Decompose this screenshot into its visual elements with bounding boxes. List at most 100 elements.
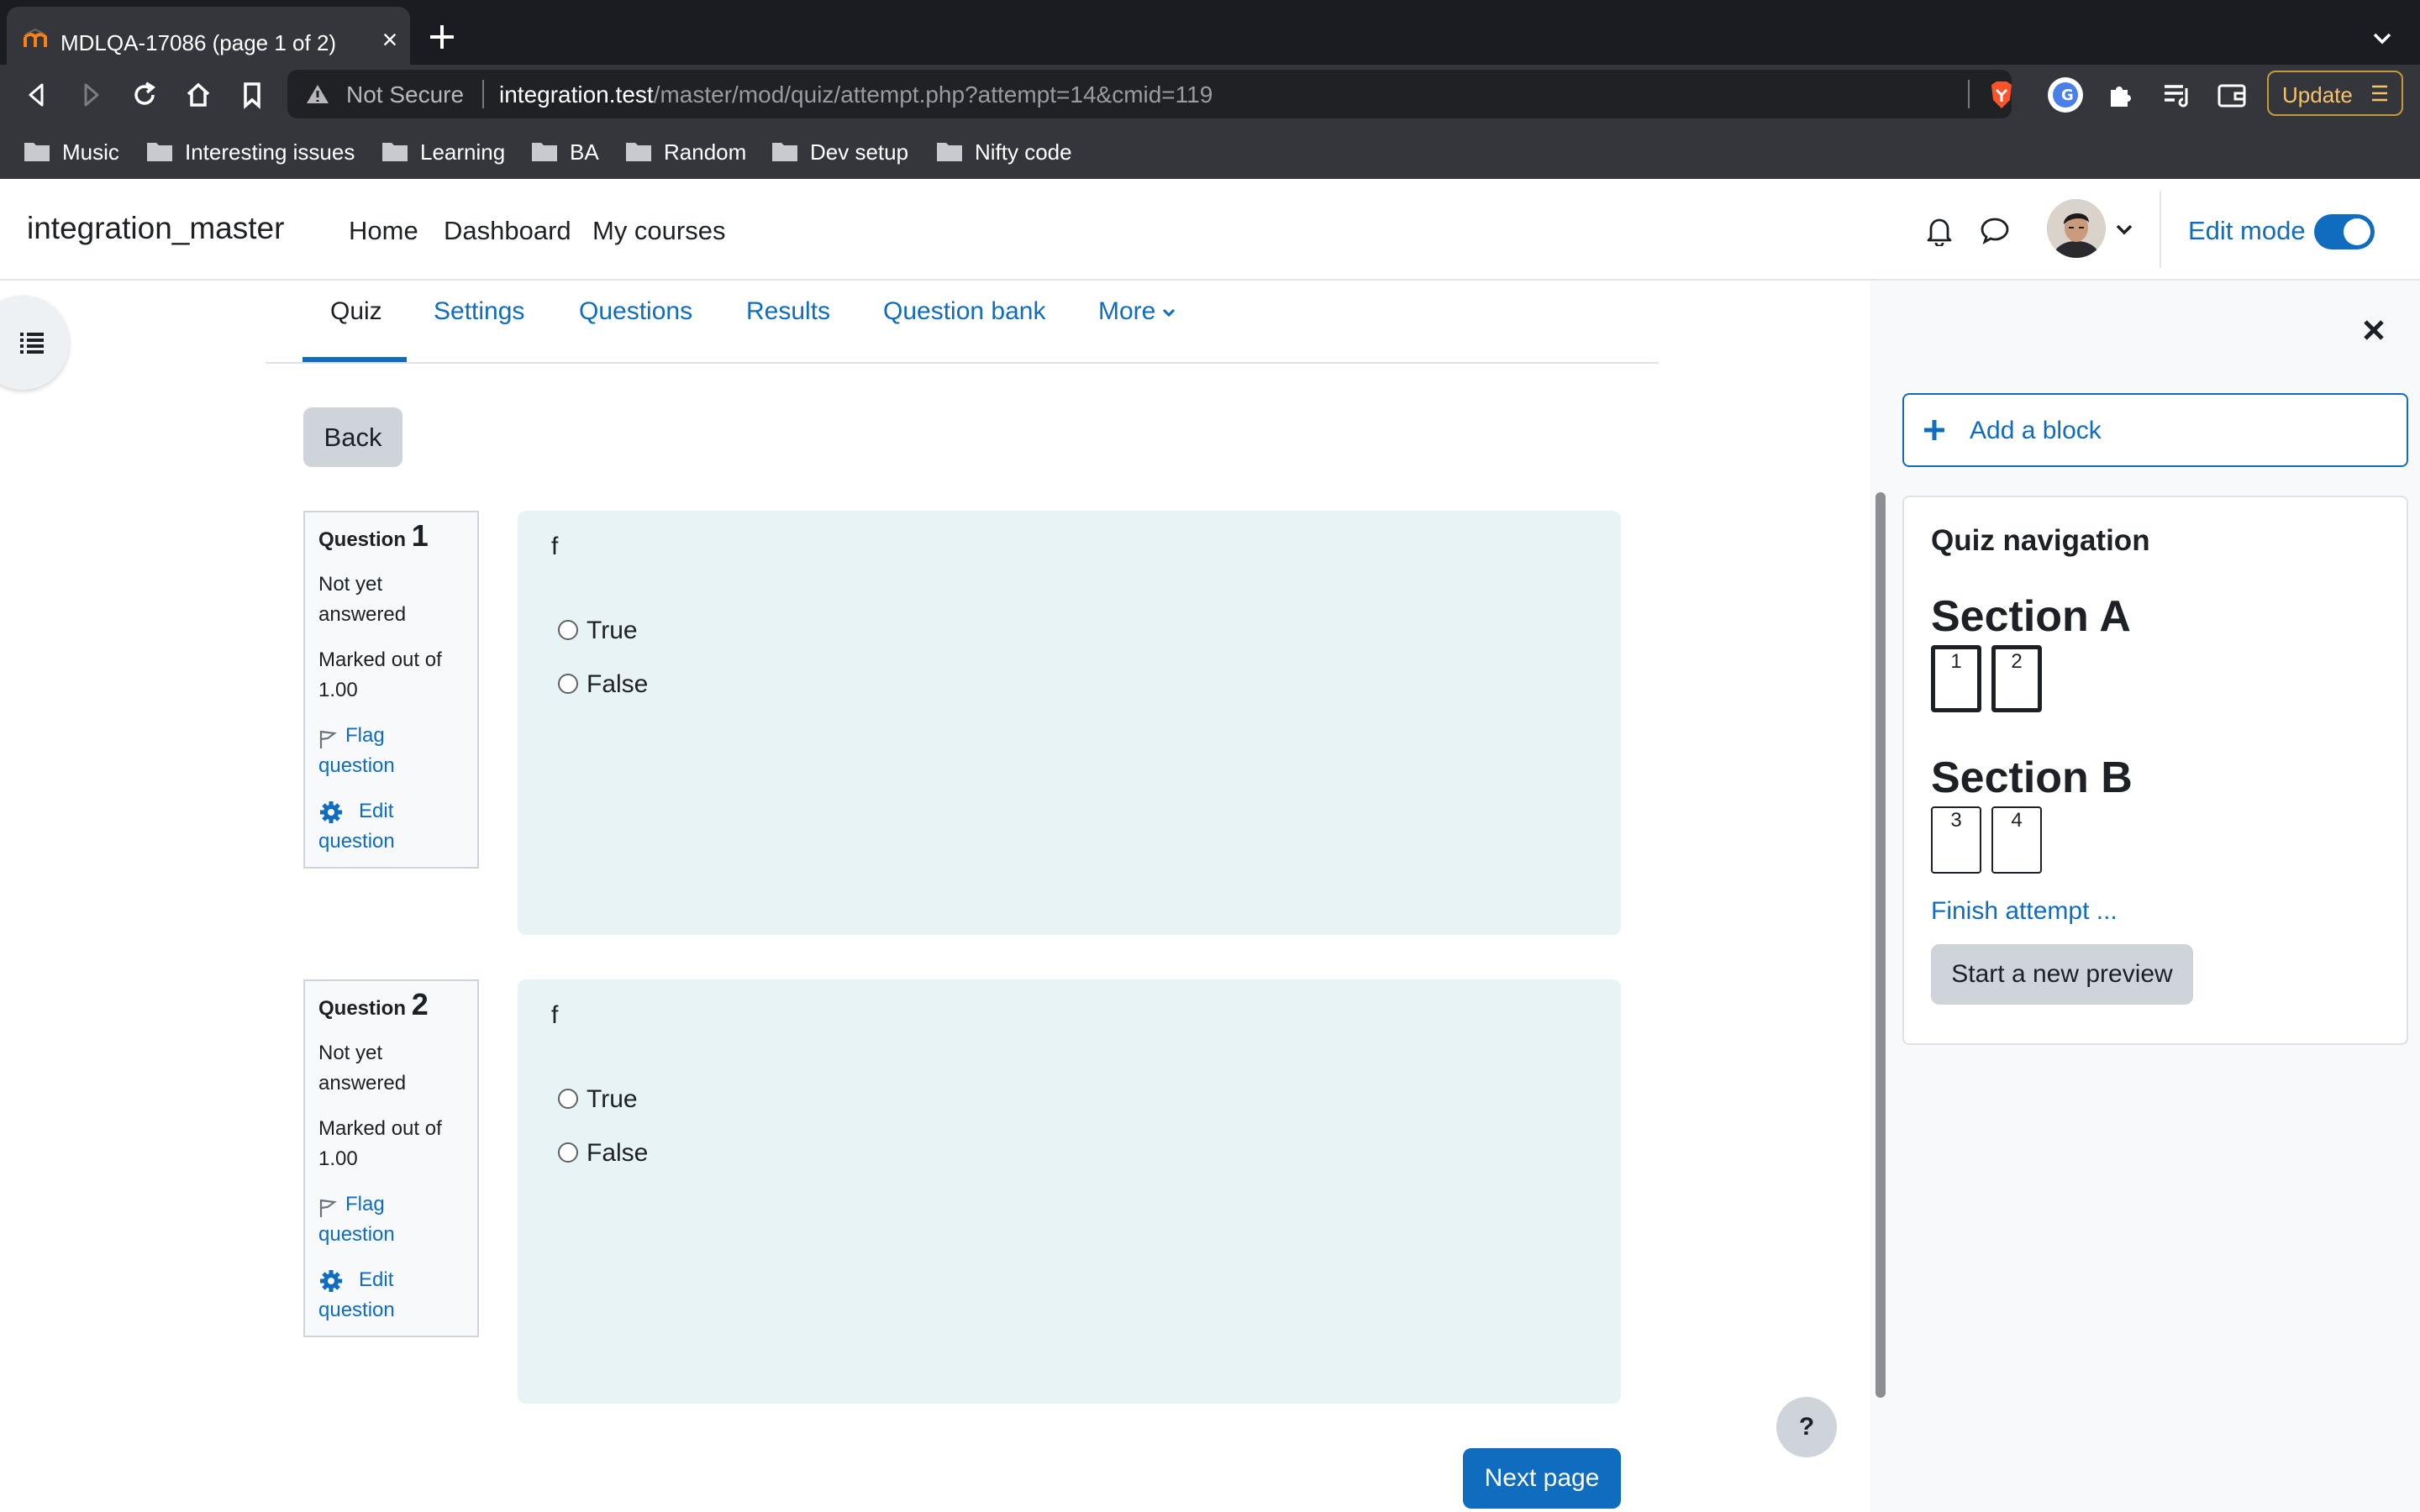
- add-block-label: Add a block: [1970, 417, 2102, 444]
- folder-icon: [532, 143, 557, 161]
- state-line: answered: [318, 603, 407, 626]
- question-text: f: [551, 533, 559, 560]
- gear-icon: [320, 1270, 342, 1292]
- browser-tab[interactable]: MDLQA-17086 (page 1 of 2) ×: [7, 7, 410, 65]
- flag-label: question: [318, 754, 395, 777]
- back-arrow-icon[interactable]: [22, 80, 52, 110]
- flag-question-link[interactable]: Flag question: [318, 721, 470, 781]
- media-playlist-icon[interactable]: [2158, 76, 2195, 113]
- nav-dashboard-link[interactable]: Dashboard: [444, 216, 571, 246]
- wallet-icon[interactable]: [2213, 76, 2250, 113]
- bookmarks-bar: Music Interesting issues Learning BA Random D…: [0, 125, 2420, 179]
- reload-icon[interactable]: [129, 80, 160, 110]
- quiz-nav-question-4[interactable]: 4: [1991, 806, 2042, 874]
- tab-question-bank[interactable]: Question bank: [883, 297, 1045, 326]
- question-grade: Marked out of 1.00: [318, 1114, 470, 1174]
- edit-mode-toggle[interactable]: [2314, 214, 2375, 249]
- menu-icon: [2372, 85, 2387, 102]
- url-path: /master/mod/quiz/attempt.php?attempt=14&…: [653, 81, 1213, 108]
- grade-line: 1.00: [318, 1147, 358, 1170]
- state-line: answered: [318, 1072, 407, 1095]
- bookmark-label: BA: [570, 139, 599, 165]
- section-b-heading: Section B: [1931, 753, 2133, 802]
- quiz-nav-question-3[interactable]: 3: [1931, 806, 1981, 874]
- user-avatar[interactable]: [2047, 199, 2106, 258]
- bookmark-icon[interactable]: [237, 80, 267, 110]
- flag-label: Flag: [345, 1193, 385, 1215]
- option-label: False: [587, 1139, 649, 1167]
- navbar-divider: [2160, 191, 2161, 268]
- svg-text:G: G: [2061, 87, 2074, 104]
- address-bar[interactable]: Not Secure integration.test/master/mod/q…: [287, 70, 2012, 118]
- new-tab-icon[interactable]: [425, 20, 459, 54]
- address-separator: [482, 80, 484, 108]
- question-1-content: f True False: [518, 511, 1621, 935]
- browser-update-button[interactable]: Update: [2267, 71, 2403, 116]
- folder-icon: [772, 143, 797, 161]
- bookmark-label: Random: [664, 139, 747, 165]
- nav-my-courses-link[interactable]: My courses: [592, 216, 725, 246]
- tab-search-chevron-icon[interactable]: [2370, 25, 2395, 50]
- grade-line: 1.00: [318, 679, 358, 701]
- add-block-button[interactable]: Add a block: [1902, 393, 2408, 467]
- back-button[interactable]: Back: [303, 407, 402, 467]
- course-index-toggle-button[interactable]: [0, 296, 69, 390]
- notification-bell-icon[interactable]: [1924, 214, 1954, 246]
- question-number: Question 1: [318, 521, 429, 555]
- finish-attempt-link[interactable]: Finish attempt ...: [1931, 897, 2118, 926]
- messages-chat-icon[interactable]: [1980, 216, 2010, 244]
- extensions-puzzle-icon[interactable]: [2102, 76, 2139, 113]
- tab-more[interactable]: More: [1098, 297, 1176, 326]
- drawer-scrollbar[interactable]: [1876, 492, 1886, 1398]
- edit-mode-label: Edit mode: [2188, 216, 2306, 245]
- radio-button[interactable]: [558, 1142, 578, 1163]
- radio-button[interactable]: [558, 1089, 578, 1109]
- question-state: Not yet answered: [318, 570, 470, 630]
- tab-questions[interactable]: Questions: [579, 297, 692, 326]
- home-icon[interactable]: [183, 80, 213, 110]
- radio-button[interactable]: [558, 620, 578, 640]
- next-page-button[interactable]: Next page: [1463, 1448, 1621, 1509]
- user-menu-chevron-icon[interactable]: [2114, 221, 2134, 238]
- tab-quiz[interactable]: Quiz: [330, 297, 382, 326]
- url-host: integration.test: [499, 81, 654, 108]
- tab-title: MDLQA-17086 (page 1 of 2): [60, 30, 337, 55]
- close-drawer-icon[interactable]: [2361, 318, 2386, 343]
- warning-triangle-icon: [307, 85, 329, 103]
- forward-arrow-icon[interactable]: [76, 80, 106, 110]
- folder-icon: [382, 143, 408, 161]
- help-button[interactable]: ?: [1776, 1397, 1837, 1457]
- quiz-nav-question-1[interactable]: 1: [1931, 645, 1981, 712]
- edit-question-link[interactable]: Edit question: [318, 796, 470, 857]
- question-number-value: 1: [411, 518, 429, 553]
- brave-shield-icon[interactable]: [1985, 78, 2018, 112]
- option-label: True: [587, 617, 638, 644]
- question-number: Question 2: [318, 990, 429, 1024]
- chevron-down-icon: [1163, 309, 1176, 318]
- option-label: True: [587, 1085, 638, 1113]
- question-state: Not yet answered: [318, 1038, 470, 1099]
- quiz-nav-question-2[interactable]: 2: [1991, 645, 2042, 712]
- state-line: Not yet: [318, 1042, 383, 1064]
- edit-label: question: [318, 1299, 395, 1321]
- folder-icon: [937, 143, 962, 161]
- active-tab-indicator: [302, 357, 407, 362]
- edit-question-link[interactable]: Edit question: [318, 1265, 470, 1326]
- list-index-icon: [20, 333, 44, 354]
- translate-extension-icon[interactable]: G: [2047, 76, 2084, 113]
- url-text[interactable]: integration.test/master/mod/quiz/attempt…: [499, 81, 1213, 108]
- not-secure-label: Not Secure: [346, 81, 465, 108]
- question-2-info: Question 2 Not yet answered Marked out of…: [303, 979, 479, 1337]
- flag-label: question: [318, 1223, 395, 1246]
- radio-button[interactable]: [558, 674, 578, 694]
- plus-icon: [1924, 420, 1944, 440]
- start-new-preview-button[interactable]: Start a new preview: [1931, 944, 2193, 1005]
- site-name[interactable]: integration_master: [27, 211, 284, 246]
- user-photo-icon: [2047, 199, 2106, 258]
- tab-results[interactable]: Results: [746, 297, 830, 326]
- browser-tab-strip: MDLQA-17086 (page 1 of 2) ×: [0, 0, 2420, 65]
- nav-home-link[interactable]: Home: [349, 216, 418, 246]
- close-tab-icon[interactable]: ×: [376, 26, 403, 53]
- tab-settings[interactable]: Settings: [434, 297, 524, 326]
- flag-question-link[interactable]: Flag question: [318, 1189, 470, 1250]
